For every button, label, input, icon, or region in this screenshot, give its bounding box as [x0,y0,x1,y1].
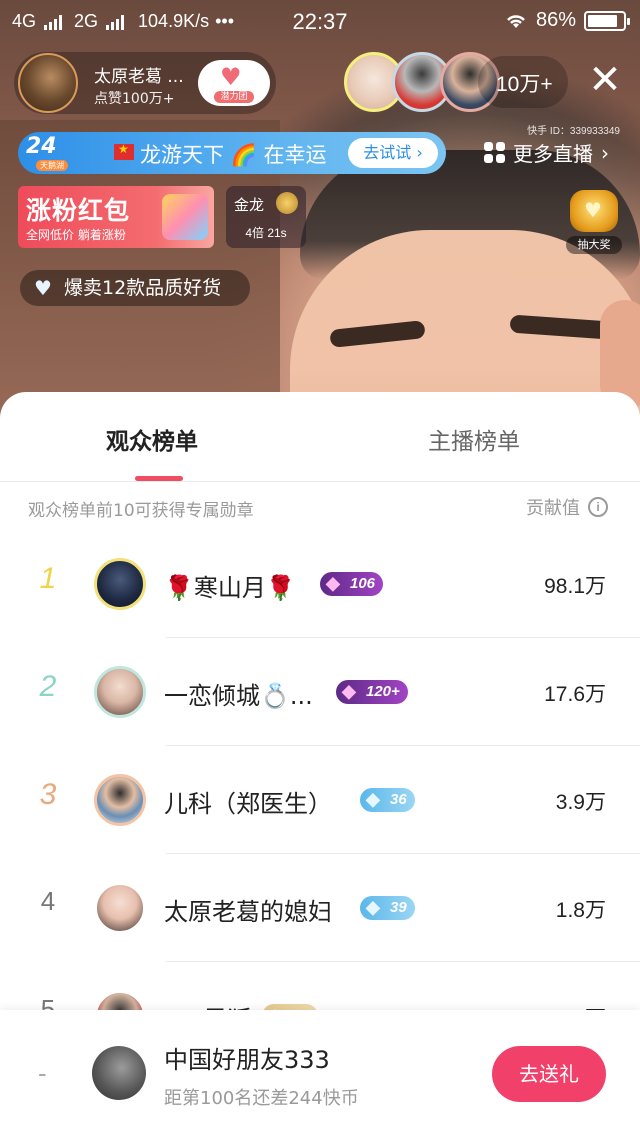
status-bar: 4G 2G 104.9K/s ••• 22:37 86% [0,0,640,44]
viewer-count[interactable]: 10万+ [496,68,553,98]
potential-group-badge[interactable]: ♥ 潜力团 [198,60,270,106]
anniversary-sub: 天鹅湖 [36,160,68,171]
more-live-label: 更多直播 [513,142,593,166]
heart-icon: ♥ [34,276,52,300]
contribution-label: 贡献值 [526,498,580,519]
tab-host-ranking[interactable]: 主播榜单 [428,422,520,456]
contribution-value: 17.6万 [544,683,606,706]
red-packet-banner[interactable]: 涨粉红包 全网低价 躺着涨粉 [18,186,214,248]
kuaishou-id: 快手 ID：339933349 [527,126,620,137]
my-rank-bar: - 中国好朋友333 距第100名还差244快币 去送礼 [0,1010,640,1138]
rank-number: 1 [39,562,57,595]
ranking-row[interactable]: 4 太原老葛的媳妇 39 1.8万 [0,854,640,962]
promo-text: 龙游天下 🌈 在幸运 [140,143,327,167]
lottery-label: 抽大奖 [566,236,622,254]
contribution-value: 3.9万 [555,791,606,814]
avatar[interactable] [94,774,146,826]
streamer-likes: 点赞100万+ [94,91,175,107]
viewer-name: 儿科（郑医生） [164,790,332,818]
heart-icon: ♥ [220,63,242,91]
viewer-name: 太原老葛的媳妇 [164,898,332,926]
tab-audience-ranking[interactable]: 观众榜单 [106,422,198,456]
viewer-name: 🌹寒山月🌹 [164,574,296,602]
close-icon[interactable]: ✕ [584,60,626,102]
battery-icon [584,10,630,31]
dragon-emblem-icon [276,192,298,214]
contribution-value: 98.1万 [544,575,606,598]
dragon-multiplier: 4倍 21s [245,226,287,240]
anniversary-number: 24 [26,134,57,159]
viewer-name: 一恋倾城💍... [164,682,313,710]
anniversary-badge: 24 天鹅湖 [26,134,88,172]
battery-fill [588,14,618,27]
leaderboard-tabs: 观众榜单 主播榜单 [0,392,640,482]
active-tab-indicator [135,476,183,481]
my-rank-number: - [38,1058,47,1088]
level-badge: 36 [360,787,415,812]
battery-percent: 86% [535,9,576,31]
ranking-row[interactable]: 2 一恋倾城💍... 120+ 17.6万 [0,638,640,746]
lottery-heart-icon [570,190,618,232]
lottery-widget[interactable]: 抽大奖 [566,190,622,256]
gift-illustration-icon [162,194,208,240]
level-badge: 39 [360,895,415,920]
avatar[interactable] [94,666,146,718]
more-live-button[interactable]: 更多直播 › [484,138,609,167]
level-badge: 106 [320,571,384,596]
streamer-avatar[interactable] [18,53,78,113]
chevron-right-icon: › [601,140,609,165]
try-button[interactable]: 去试试 › [348,138,438,168]
rank-number: 2 [39,670,57,703]
ranking-hint: 观众榜单前10可获得专属勋章 [28,501,254,521]
promo-banner[interactable]: 24 天鹅湖 龙游天下 🌈 在幸运 去试试 › [18,132,446,174]
status-right: 86% [504,9,630,32]
avatar[interactable] [92,1046,146,1100]
ranking-row[interactable]: 3 儿科（郑医生） 36 3.9万 [0,746,640,854]
flag-icon [114,142,134,160]
hot-products-pill[interactable]: ♥ 爆卖12款品质好货 [20,270,250,306]
rank-number: 4 [40,886,56,916]
golden-dragon-widget[interactable]: 金龙 4倍 21s [226,186,306,248]
contribution-header[interactable]: 贡献值 i [526,494,608,520]
avatar[interactable] [94,558,146,610]
wifi-icon [507,14,525,28]
level-badge: 120+ [336,679,408,704]
potential-group-label: 潜力团 [214,91,254,103]
contribution-value: 1.8万 [555,899,606,922]
red-packet-title: 涨粉红包 [26,196,131,225]
rank-number: 3 [39,778,57,811]
dragon-name: 金龙 [234,196,265,214]
hot-products-label: 爆卖12款品质好货 [64,277,222,299]
info-icon[interactable]: i [588,497,608,517]
grid-icon [484,142,505,163]
red-packet-subtitle: 全网低价 躺着涨粉 [26,228,126,242]
send-gift-button[interactable]: 去送礼 [492,1046,606,1102]
ranking-row[interactable]: 1 🌹寒山月🌹 106 98.1万 [0,530,640,638]
streamer-name[interactable]: 太原老葛 ... [94,62,194,87]
my-name: 中国好朋友333 [164,1046,330,1074]
avatar[interactable] [94,882,146,934]
my-rank-gap: 距第100名还差244快币 [164,1088,359,1109]
